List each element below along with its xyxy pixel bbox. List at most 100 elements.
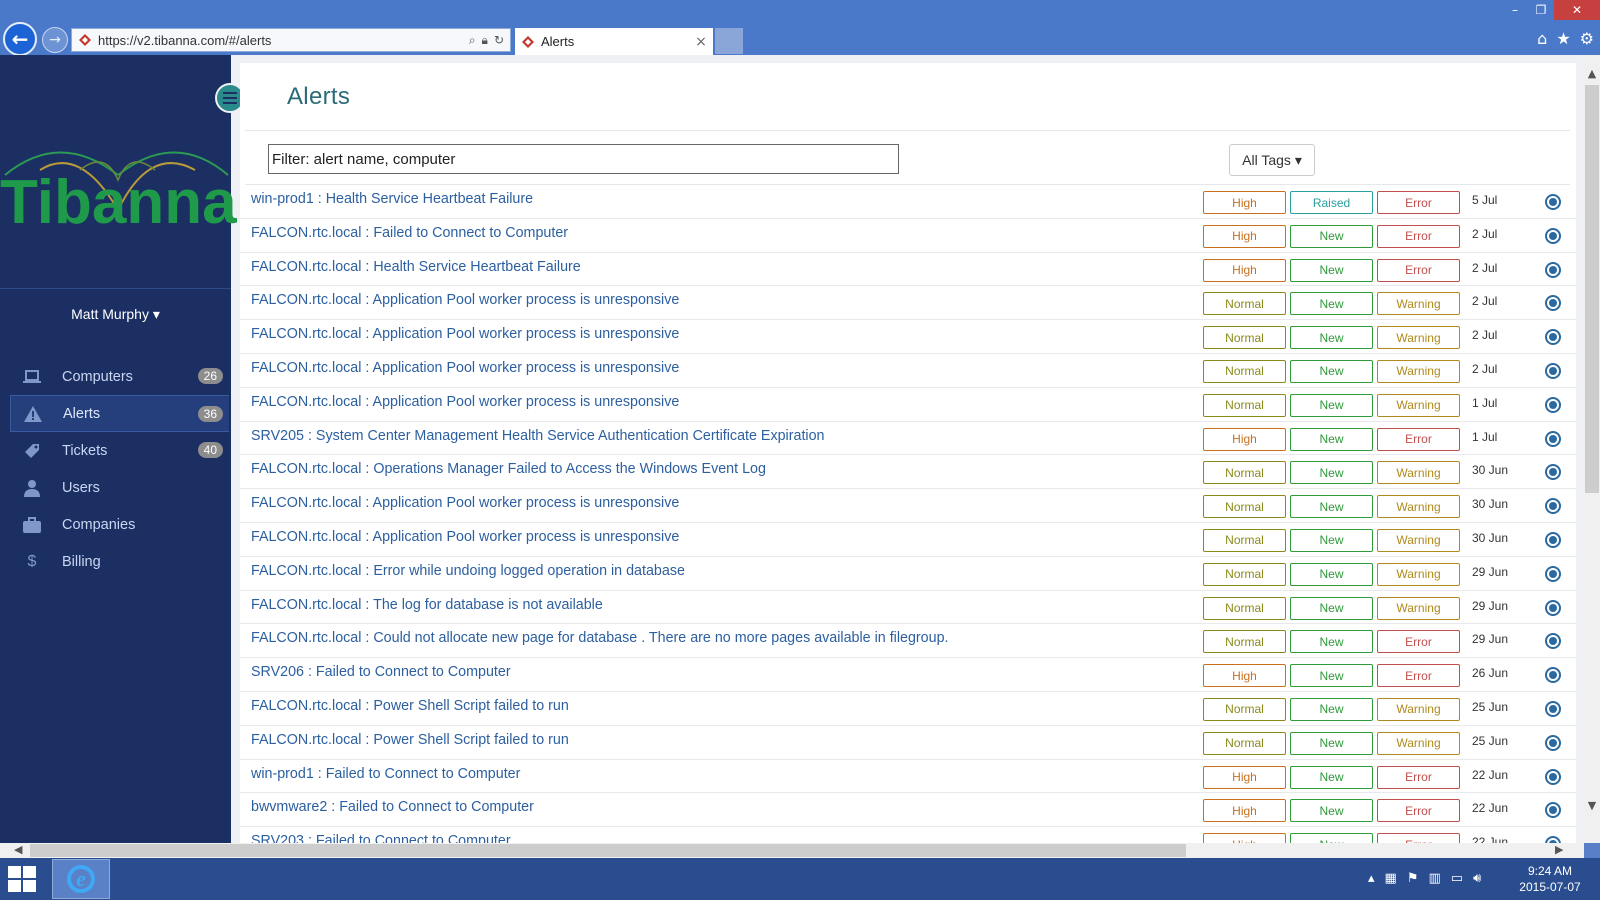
dismiss-alert-icon[interactable]: [1545, 531, 1561, 548]
all-tags-dropdown[interactable]: All Tags ▾: [1229, 144, 1315, 176]
dismiss-alert-icon[interactable]: [1545, 599, 1561, 616]
sidebar-item-computers[interactable]: Computers 26: [10, 358, 229, 395]
network-icon[interactable]: ▥: [1428, 871, 1440, 886]
alert-row[interactable]: FALCON.rtc.local : Application Pool work…: [240, 320, 1576, 354]
tray-expand-icon[interactable]: ▴: [1368, 871, 1375, 886]
desktop-icon[interactable]: ▦: [1385, 871, 1397, 886]
alert-name-link[interactable]: FALCON.rtc.local : Could not allocate ne…: [251, 630, 949, 646]
alert-name-link[interactable]: FALCON.rtc.local : Failed to Connect to …: [251, 225, 568, 241]
display-icon[interactable]: ▭: [1451, 871, 1463, 886]
dismiss-alert-icon[interactable]: [1545, 802, 1561, 819]
alert-name-link[interactable]: FALCON.rtc.local : Power Shell Script fa…: [251, 698, 569, 714]
alert-name-link[interactable]: FALCON.rtc.local : Health Service Heartb…: [251, 259, 581, 275]
dismiss-alert-icon[interactable]: [1545, 734, 1561, 751]
alert-row[interactable]: FALCON.rtc.local : Power Shell Script fa…: [240, 726, 1576, 760]
sidebar-item-tickets[interactable]: Tickets 40: [10, 432, 229, 469]
alert-row[interactable]: FALCON.rtc.local : Application Pool work…: [240, 388, 1576, 422]
internet-explorer-taskbar-button[interactable]: e: [52, 859, 110, 899]
close-tab-icon[interactable]: ×: [693, 34, 709, 50]
dismiss-alert-icon[interactable]: [1545, 261, 1561, 278]
dismiss-alert-icon[interactable]: [1545, 836, 1561, 843]
alert-name-link[interactable]: FALCON.rtc.local : Application Pool work…: [251, 360, 679, 376]
alert-name-link[interactable]: FALCON.rtc.local : Operations Manager Fa…: [251, 461, 766, 477]
dismiss-alert-icon[interactable]: [1545, 430, 1561, 447]
flag-icon[interactable]: ⚑: [1407, 871, 1419, 886]
scroll-right-icon[interactable]: ▶: [1555, 843, 1563, 856]
alert-row[interactable]: FALCON.rtc.local : Application Pool work…: [240, 523, 1576, 557]
alert-row[interactable]: bwvmware2 : Failed to Connect to Compute…: [240, 793, 1576, 828]
alert-row[interactable]: FALCON.rtc.local : Application Pool work…: [240, 286, 1576, 321]
restore-button[interactable]: ❐: [1528, 0, 1554, 20]
new-tab-button[interactable]: [715, 28, 743, 54]
sidebar-item-companies[interactable]: Companies: [10, 506, 229, 543]
dismiss-alert-icon[interactable]: [1545, 498, 1561, 515]
refresh-icon[interactable]: ↻: [494, 33, 504, 48]
dismiss-alert-icon[interactable]: [1545, 565, 1561, 582]
alert-row[interactable]: FALCON.rtc.local : Application Pool work…: [240, 354, 1576, 388]
address-bar[interactable]: https://v2.tibanna.com/#/alerts ⌕ 🔒︎ ↻: [71, 28, 511, 52]
alert-name-link[interactable]: bwvmware2 : Failed to Connect to Compute…: [251, 799, 534, 815]
alert-name-link[interactable]: SRV206 : Failed to Connect to Computer: [251, 664, 511, 680]
sidebar-item-billing[interactable]: $ Billing: [10, 543, 229, 580]
alert-name-link[interactable]: FALCON.rtc.local : Application Pool work…: [251, 326, 679, 342]
alert-name-link[interactable]: win-prod1 : Failed to Connect to Compute…: [251, 766, 520, 782]
scroll-thumb[interactable]: [30, 844, 1186, 857]
dismiss-alert-icon[interactable]: [1545, 464, 1561, 481]
alert-row[interactable]: FALCON.rtc.local : Power Shell Script fa…: [240, 692, 1576, 726]
alert-name-link[interactable]: FALCON.rtc.local : Application Pool work…: [251, 292, 679, 308]
alert-row[interactable]: win-prod1 : Health Service Heartbeat Fai…: [240, 185, 1576, 219]
alert-name-link[interactable]: SRV203 : Failed to Connect to Computer: [251, 833, 511, 843]
alert-row[interactable]: SRV206 : Failed to Connect to Computer Hi…: [240, 658, 1576, 692]
minimize-button[interactable]: –: [1502, 0, 1528, 20]
dismiss-alert-icon[interactable]: [1545, 362, 1561, 379]
back-button[interactable]: ←: [3, 22, 37, 56]
scroll-left-icon[interactable]: ◀: [14, 843, 22, 856]
scroll-up-icon[interactable]: ▲: [1584, 67, 1600, 80]
horizontal-scrollbar[interactable]: ◀ ▶: [0, 843, 1584, 858]
dismiss-alert-icon[interactable]: [1545, 227, 1561, 244]
lock-icon[interactable]: 🔒︎: [482, 33, 488, 48]
dismiss-alert-icon[interactable]: [1545, 295, 1561, 312]
home-icon[interactable]: ⌂: [1537, 29, 1547, 48]
scroll-down-icon[interactable]: ▼: [1584, 799, 1600, 812]
scroll-thumb[interactable]: [1585, 85, 1599, 493]
alert-row[interactable]: FALCON.rtc.local : The log for database …: [240, 591, 1576, 625]
filter-input[interactable]: [268, 144, 899, 174]
alert-name-link[interactable]: win-prod1 : Health Service Heartbeat Fai…: [251, 191, 533, 207]
dismiss-alert-icon[interactable]: [1545, 667, 1561, 684]
alert-row[interactable]: SRV203 : Failed to Connect to Computer Hi…: [240, 827, 1576, 843]
alert-name-link[interactable]: SRV205 : System Center Management Health…: [251, 428, 825, 444]
alert-name-link[interactable]: FALCON.rtc.local : Application Pool work…: [251, 529, 679, 545]
vertical-scrollbar[interactable]: ▲ ▼: [1584, 55, 1600, 843]
alert-row[interactable]: FALCON.rtc.local : Error while undoing l…: [240, 557, 1576, 591]
user-menu[interactable]: Matt Murphy ▾: [0, 306, 231, 323]
alert-row[interactable]: FALCON.rtc.local : Application Pool work…: [240, 489, 1576, 523]
browser-tab[interactable]: Alerts ×: [515, 28, 713, 55]
dismiss-alert-icon[interactable]: [1545, 329, 1561, 346]
taskbar-clock[interactable]: 9:24 AM 2015-07-07: [1510, 863, 1590, 895]
dismiss-alert-icon[interactable]: [1545, 633, 1561, 650]
url-text[interactable]: https://v2.tibanna.com/#/alerts: [98, 33, 469, 48]
alert-name-link[interactable]: FALCON.rtc.local : Application Pool work…: [251, 394, 679, 410]
alert-name-link[interactable]: FALCON.rtc.local : Application Pool work…: [251, 495, 679, 511]
alert-row[interactable]: win-prod1 : Failed to Connect to Compute…: [240, 760, 1576, 794]
forward-button[interactable]: →: [42, 27, 68, 53]
dismiss-alert-icon[interactable]: [1545, 396, 1561, 413]
settings-gear-icon[interactable]: ⚙: [1580, 29, 1594, 48]
search-icon[interactable]: ⌕: [469, 33, 476, 48]
alert-name-link[interactable]: FALCON.rtc.local : Error while undoing l…: [251, 563, 685, 579]
favorites-star-icon[interactable]: ★: [1556, 29, 1570, 48]
start-button[interactable]: [8, 866, 38, 894]
alert-name-link[interactable]: FALCON.rtc.local : The log for database …: [251, 597, 603, 613]
sidebar-item-alerts[interactable]: Alerts 36: [10, 395, 229, 432]
close-window-button[interactable]: ✕: [1554, 0, 1600, 20]
dismiss-alert-icon[interactable]: [1545, 700, 1561, 717]
dismiss-alert-icon[interactable]: [1545, 194, 1561, 210]
dismiss-alert-icon[interactable]: [1545, 768, 1561, 785]
alert-row[interactable]: FALCON.rtc.local : Could not allocate ne…: [240, 624, 1576, 659]
alert-name-link[interactable]: FALCON.rtc.local : Power Shell Script fa…: [251, 732, 569, 748]
volume-icon[interactable]: 🔊︎: [1473, 871, 1481, 886]
alert-row[interactable]: FALCON.rtc.local : Failed to Connect to …: [240, 219, 1576, 253]
alert-row[interactable]: FALCON.rtc.local : Operations Manager Fa…: [240, 455, 1576, 490]
sidebar-item-users[interactable]: Users: [10, 469, 229, 506]
